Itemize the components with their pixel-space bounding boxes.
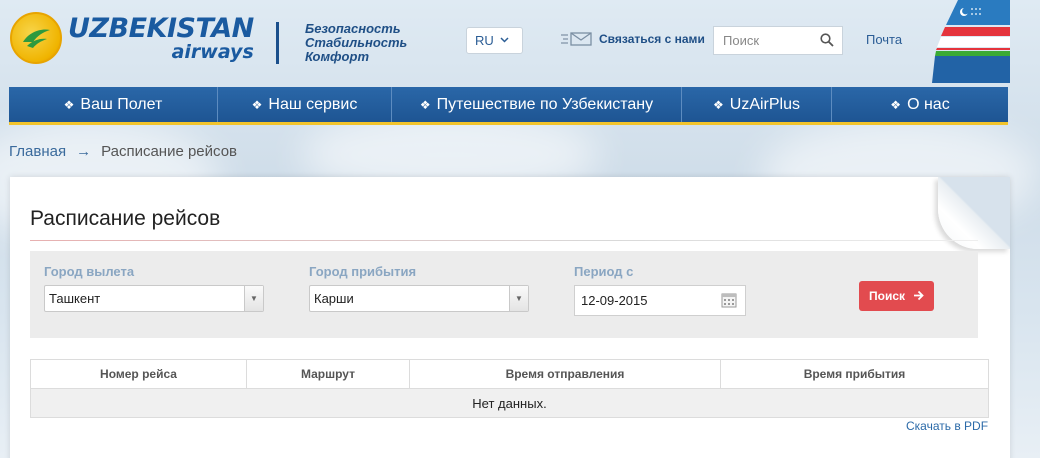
arrival-label: Город прибытия (309, 264, 417, 279)
column-header-route: Маршрут (246, 359, 410, 389)
logo[interactable]: UZBEKISTAN airways (10, 12, 254, 64)
table-header-row: Номер рейса Маршрут Время отправления Вр… (30, 359, 989, 389)
nav-item-our-service[interactable]: ❖ Наш сервис (218, 87, 392, 122)
calendar-icon[interactable] (721, 292, 737, 311)
diamond-icon: ❖ (63, 97, 75, 112)
diamond-icon: ❖ (890, 97, 902, 112)
dropdown-arrow-icon: ▼ (509, 286, 528, 311)
contact-label: Связаться с нами (599, 32, 705, 46)
diamond-icon: ❖ (251, 97, 263, 112)
logo-sub-text: airways (171, 40, 254, 63)
nav-item-label: Ваш Полет (80, 95, 163, 113)
page-title: Расписание рейсов (30, 207, 221, 230)
search-icon[interactable] (820, 33, 834, 52)
empty-message: Нет данных. (30, 388, 989, 418)
breadcrumb: Главная → Расписание рейсов (9, 143, 237, 160)
arrival-value: Карши (314, 291, 354, 306)
column-header-departure-time: Время отправления (409, 359, 721, 389)
diamond-icon: ❖ (419, 97, 431, 112)
contact-link[interactable]: Связаться с нами (561, 32, 705, 46)
main-nav: ❖ Ваш Полет ❖ Наш сервис ❖ Путешествие п… (9, 87, 1008, 125)
envelope-icon (561, 32, 592, 46)
arrow-right-icon (913, 288, 924, 304)
nav-item-uzairplus[interactable]: ❖ UzAirPlus (682, 87, 832, 122)
departure-value: Ташкент (49, 291, 101, 306)
search-input[interactable] (714, 27, 814, 54)
title-divider (30, 240, 978, 241)
nav-item-label: О нас (907, 95, 950, 113)
search-button[interactable]: Поиск (859, 281, 934, 311)
nav-item-label: Наш сервис (268, 95, 358, 113)
breadcrumb-arrow: → (76, 143, 92, 160)
language-value: RU (475, 33, 494, 48)
diamond-icon: ❖ (713, 97, 724, 112)
column-header-flight-number: Номер рейса (30, 359, 247, 389)
period-value: 12-09-2015 (581, 293, 648, 308)
column-header-arrival-time: Время прибытия (720, 359, 989, 389)
slogan-line: Стабильность (305, 35, 408, 50)
breadcrumb-home-link[interactable]: Главная (9, 143, 66, 160)
schedule-table: Номер рейса Маршрут Время отправления Вр… (30, 359, 989, 418)
search-button-label: Поиск (868, 289, 905, 303)
slogan: Безопасность Стабильность Комфорт (305, 22, 407, 64)
nav-item-label: Путешествие по Узбекистану (436, 95, 654, 113)
period-date-input[interactable]: 12-09-2015 (574, 285, 746, 316)
dropdown-arrow-icon: ▼ (244, 286, 263, 311)
table-row: Нет данных. (30, 388, 989, 418)
nav-item-your-flight[interactable]: ❖ Ваш Полет (9, 87, 218, 122)
logo-main-text: UZBEKISTAN (68, 12, 254, 44)
slogan-line: Безопасность (305, 21, 401, 36)
arrival-select[interactable]: Карши ▼ (309, 285, 529, 312)
search-box (713, 26, 843, 55)
departure-select[interactable]: Ташкент ▼ (44, 285, 264, 312)
language-select[interactable]: RU (466, 27, 523, 54)
departure-label: Город вылета (44, 264, 135, 279)
download-pdf-link[interactable]: Скачать в PDF (906, 419, 988, 433)
nav-item-about[interactable]: ❖ О нас (832, 87, 1008, 122)
nav-item-travel-uzbekistan[interactable]: ❖ Путешествие по Узбекистану (392, 87, 682, 122)
logo-divider (276, 22, 279, 64)
slogan-line: Комфорт (305, 49, 369, 64)
header: UZBEKISTAN airways Безопасность Стабильн… (0, 0, 1040, 87)
uzbekistan-flag-icon (932, 0, 1010, 83)
breadcrumb-current: Расписание рейсов (101, 143, 238, 160)
mail-link[interactable]: Почта (866, 32, 902, 47)
logo-emblem-icon (10, 12, 62, 64)
nav-item-label: UzAirPlus (729, 95, 800, 113)
chevron-down-icon (500, 35, 509, 46)
period-label: Период с (574, 264, 634, 279)
